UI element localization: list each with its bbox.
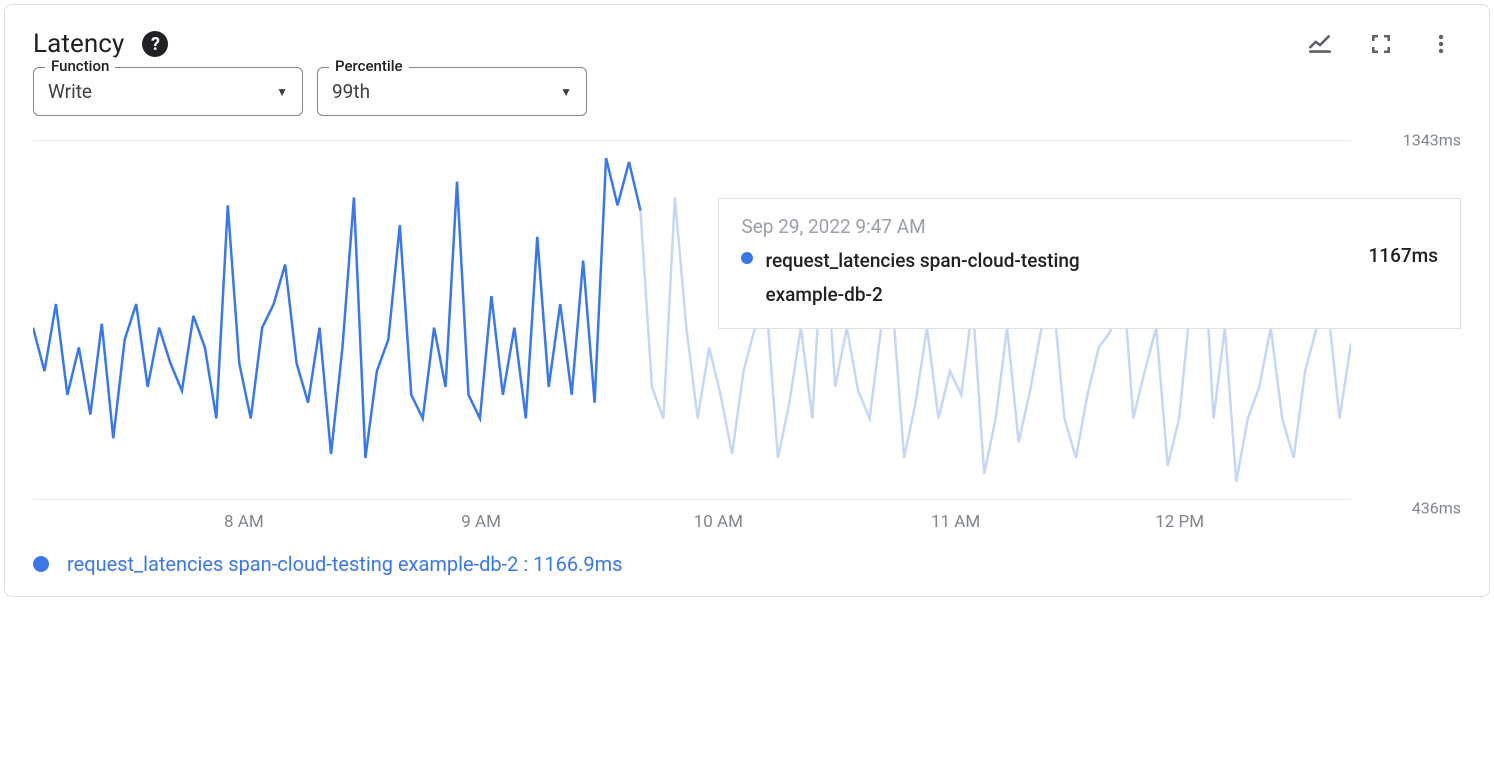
tooltip-row: request_latencies span-cloud-testing exa… [741, 244, 1438, 312]
help-icon[interactable]: ? [142, 31, 168, 57]
x-tick: 11 AM [931, 512, 980, 532]
chevron-down-icon: ▼ [560, 85, 572, 99]
percentile-select-wrap: Percentile 99th ▼ [317, 67, 587, 116]
chevron-down-icon: ▼ [276, 85, 288, 99]
function-select-value: Write [48, 80, 92, 103]
y-tick-min: 436ms [1412, 499, 1461, 518]
filter-row: Function Write ▼ Percentile 99th ▼ [33, 67, 1461, 116]
tooltip-series-line2: example-db-2 [765, 283, 882, 306]
latency-card: Latency ? Function [4, 4, 1490, 597]
fullscreen-icon[interactable] [1369, 32, 1393, 56]
tooltip-value: 1167ms [1368, 244, 1438, 267]
legend-toggle-icon[interactable] [1307, 31, 1333, 57]
chart-area[interactable]: 1343ms 436ms 8 AM 9 AM 10 AM 11 AM 12 PM… [33, 140, 1461, 540]
card-header: Latency ? [33, 29, 1461, 59]
tooltip-series-line1: request_latencies span-cloud-testing [765, 249, 1079, 272]
card-title: Latency [33, 29, 124, 59]
legend-dot-icon [33, 556, 49, 572]
legend-row[interactable]: request_latencies span-cloud-testing exa… [33, 552, 1461, 576]
tooltip-dot-icon [741, 252, 753, 264]
x-tick: 10 AM [694, 512, 743, 532]
function-select-label: Function [45, 57, 115, 75]
tooltip-series: request_latencies span-cloud-testing exa… [765, 244, 1356, 312]
percentile-select-label: Percentile [329, 57, 409, 75]
function-select-wrap: Function Write ▼ [33, 67, 303, 116]
chart-tooltip: Sep 29, 2022 9:47 AM request_latencies s… [718, 198, 1461, 329]
x-axis: 8 AM 9 AM 10 AM 11 AM 12 PM [33, 500, 1351, 540]
legend-text: request_latencies span-cloud-testing exa… [67, 552, 622, 576]
x-tick: 9 AM [461, 512, 501, 532]
action-group [1307, 31, 1461, 57]
tooltip-timestamp: Sep 29, 2022 9:47 AM [741, 215, 1438, 238]
title-group: Latency ? [33, 29, 168, 59]
y-tick-max: 1343ms [1403, 131, 1461, 150]
x-tick: 8 AM [224, 512, 264, 532]
x-tick: 12 PM [1155, 512, 1204, 532]
more-options-icon[interactable] [1429, 32, 1453, 56]
percentile-select-value: 99th [332, 80, 370, 103]
